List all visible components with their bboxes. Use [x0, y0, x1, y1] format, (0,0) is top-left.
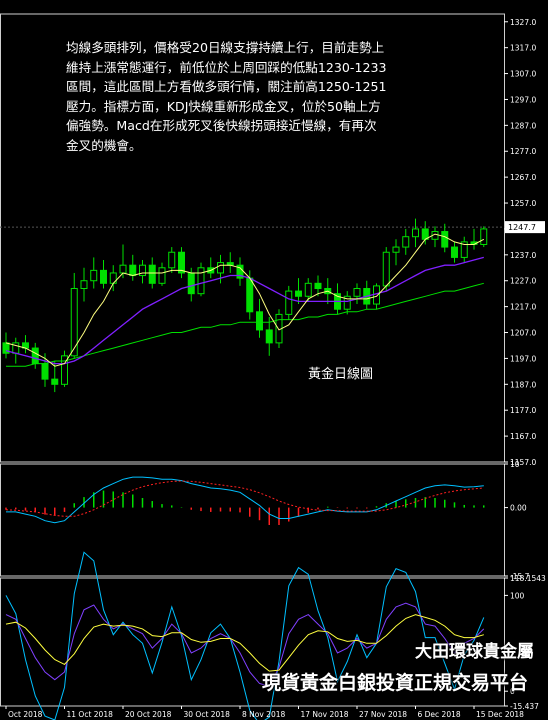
bull-candle [382, 251, 390, 287]
x-tick-label: 20 Oct 2018 [125, 710, 172, 719]
bull-candle [119, 264, 127, 274]
bull-candle [373, 285, 380, 305]
analysis-commentary: 均線多頭排列，價格受20日線支撐持續上行，目前走勢上 維持上漲常態運行，前低位於… [66, 40, 387, 153]
price-axis-tick-label: 1287.0 [510, 121, 536, 130]
bull-candle [304, 282, 312, 297]
bear-candle [187, 272, 195, 295]
price-axis-tick-label: 1267.0 [510, 173, 536, 182]
bear-candle [31, 347, 39, 365]
bear-candle [51, 378, 59, 385]
chart-caption: 黃金日線圖 [308, 367, 374, 382]
bear-candle [265, 329, 273, 344]
x-tick-label: 11 Oct 2018 [67, 710, 114, 719]
price-axis-tick-label: 1297.0 [510, 95, 536, 104]
bull-candle [412, 228, 419, 238]
x-axis: Oct 2018 11 Oct 2018 20 Oct 2018 30 Oct 201… [5, 706, 524, 719]
price-axis-tick-label: 1277.0 [510, 147, 536, 156]
bear-candle [314, 282, 322, 289]
price-axis-tick-label: 1307.0 [510, 70, 536, 79]
x-tick-label: 15 Dec 2018 [476, 710, 524, 719]
bull-candle [217, 262, 224, 274]
current-price-label: 1247.7 [508, 223, 536, 232]
price-axis-tick-label: 1167.0 [510, 432, 536, 441]
bull-candle [285, 290, 293, 315]
bull-candle [402, 236, 410, 248]
price-axis-tick-label: 1187.0 [510, 380, 536, 389]
bear-candle [178, 251, 185, 274]
bear-candle [148, 264, 156, 284]
price-axis-tick-label: 1217.0 [510, 303, 536, 312]
bear-candle [100, 269, 107, 284]
x-tick-label: 17 Nov 2018 [301, 710, 349, 719]
bear-candle [256, 311, 263, 331]
kdj-axis-tick-label: 118.1543 [510, 574, 546, 583]
watermark-company: 大田環球貴金屬 [415, 642, 534, 662]
bear-candle [129, 264, 137, 277]
bull-candle [353, 287, 361, 297]
kdj-axis-tick-label: 100 [510, 591, 525, 600]
macd-pane: 100.00-15.7 [5, 460, 530, 581]
price-axis-tick-label: 1257.0 [510, 199, 536, 208]
price-axis-tick-label: 1227.0 [510, 277, 536, 286]
price-axis-tick-label: 1327.0 [510, 18, 536, 27]
price-axis-tick-label: 1197.0 [510, 354, 536, 363]
bear-candle [246, 277, 254, 313]
bull-candle [480, 228, 488, 245]
bull-candle [392, 246, 400, 253]
price-axis-tick-label: 1177.0 [510, 406, 536, 415]
macd-axis-tick-label: 10 [510, 460, 520, 469]
macd-axis-tick-label: 0.00 [510, 504, 527, 513]
watermark-slogan: 現貨黃金白銀投資正規交易平台 [261, 672, 528, 694]
bull-candle [90, 269, 98, 282]
bull-candle [168, 251, 176, 269]
x-tick-label: 27 Nov 2018 [359, 710, 407, 719]
macd-line [6, 476, 484, 524]
price-axis-tick-label: 1237.0 [510, 251, 536, 260]
macd-signal-line [5, 480, 484, 517]
x-tick-label: 8 Nov 2018 [242, 710, 285, 719]
price-axis-tick-label: 1207.0 [510, 329, 536, 338]
bull-candle [197, 267, 205, 295]
bear-candle [41, 363, 49, 380]
macd-pane-border [0, 463, 505, 577]
bear-candle [441, 231, 449, 248]
bear-candle [451, 246, 458, 258]
bull-candle [80, 280, 88, 289]
bull-candle [158, 267, 166, 284]
x-tick-label: 6 Dec 2018 [418, 710, 461, 719]
price-axis-tick-label: 1317.0 [510, 44, 536, 53]
x-tick-label: 30 Oct 2018 [184, 710, 231, 719]
x-tick-label: Oct 2018 [8, 710, 43, 719]
bear-candle [295, 290, 302, 297]
